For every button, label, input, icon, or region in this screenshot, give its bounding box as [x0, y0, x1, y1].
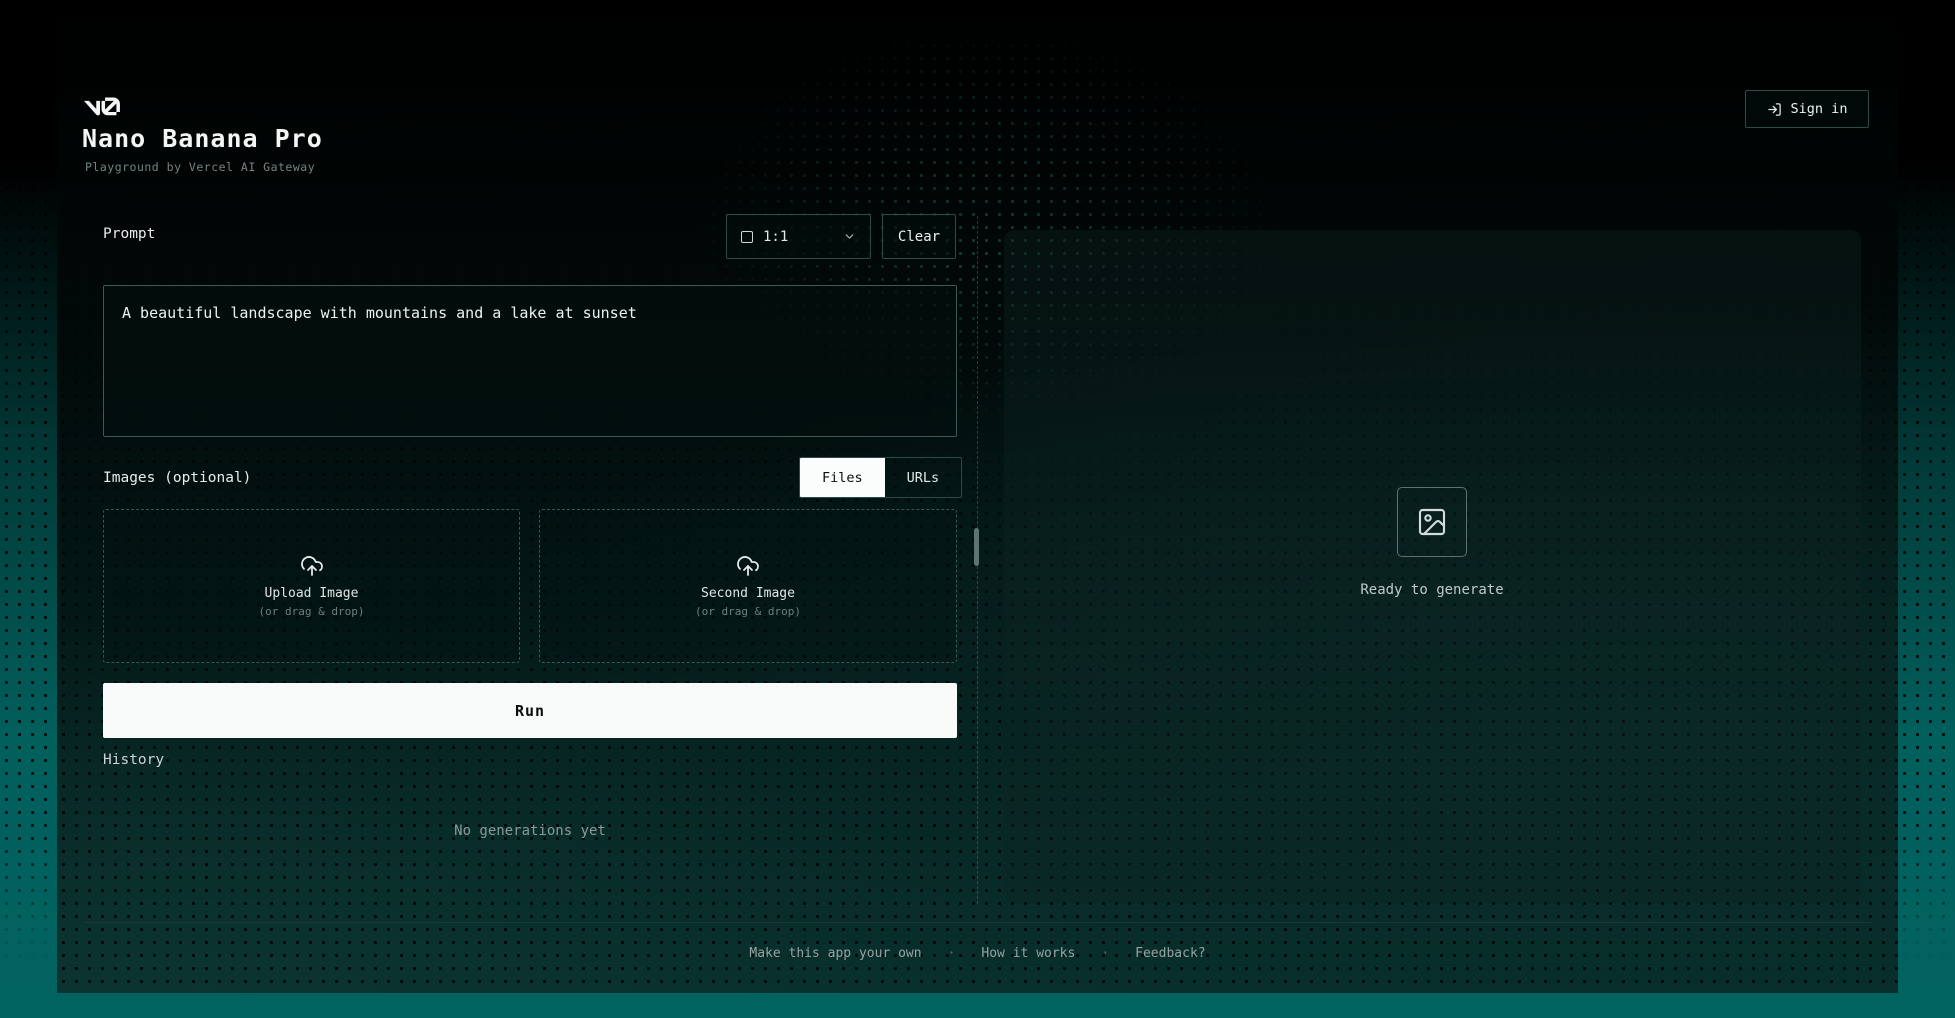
footer-divider — [84, 922, 1871, 923]
upload-title: Upload Image — [265, 586, 359, 601]
sign-in-label: Sign in — [1791, 101, 1848, 117]
page-title: Nano Banana Pro — [82, 124, 323, 153]
chevron-down-icon — [843, 230, 856, 243]
prompt-input[interactable]: A beautiful landscape with mountains and… — [103, 285, 957, 437]
result-panel — [1004, 230, 1861, 903]
result-placeholder-box — [1397, 487, 1467, 557]
history-empty-text: No generations yet — [103, 823, 957, 839]
prompt-label: Prompt — [103, 226, 155, 242]
upload-cloud-icon — [736, 554, 760, 578]
sign-in-button[interactable]: Sign in — [1745, 90, 1869, 128]
footer-separator: · — [1101, 946, 1109, 961]
app-screen: Nano Banana Pro Playground by Vercel AI … — [0, 0, 1955, 1018]
aspect-ratio-value: 1:1 — [763, 229, 788, 245]
aspect-ratio-select[interactable]: 1:1 — [726, 214, 871, 259]
v0-logo-icon — [84, 97, 120, 116]
upload-image-dropzone[interactable]: Upload Image (or drag & drop) — [103, 509, 520, 663]
result-status-text: Ready to generate — [1232, 582, 1632, 598]
image-source-tabs: Files URLs — [799, 457, 962, 498]
footer-link-make-your-own[interactable]: Make this app your own — [749, 946, 921, 961]
second-image-dropzone[interactable]: Second Image (or drag & drop) — [539, 509, 957, 663]
footer-link-how-it-works[interactable]: How it works — [981, 946, 1075, 961]
log-in-icon — [1767, 102, 1782, 117]
clear-button[interactable]: Clear — [882, 214, 956, 259]
images-section-label: Images (optional) — [103, 470, 251, 486]
tab-urls[interactable]: URLs — [885, 458, 962, 497]
upload-title: Second Image — [701, 586, 795, 601]
footer-separator: · — [948, 946, 956, 961]
image-placeholder-icon — [1416, 506, 1448, 538]
panel-resize-handle[interactable] — [974, 528, 979, 566]
run-button[interactable]: Run — [103, 683, 957, 738]
tab-files[interactable]: Files — [800, 458, 885, 497]
history-label: History — [103, 752, 164, 768]
upload-cloud-icon — [300, 554, 324, 578]
upload-hint: (or drag & drop) — [695, 605, 801, 618]
page-subtitle: Playground by Vercel AI Gateway — [85, 160, 315, 174]
footer-link-feedback[interactable]: Feedback? — [1135, 946, 1205, 961]
upload-hint: (or drag & drop) — [259, 605, 365, 618]
footer: Make this app your own · How it works · … — [0, 946, 1955, 961]
square-ratio-icon — [741, 231, 753, 243]
